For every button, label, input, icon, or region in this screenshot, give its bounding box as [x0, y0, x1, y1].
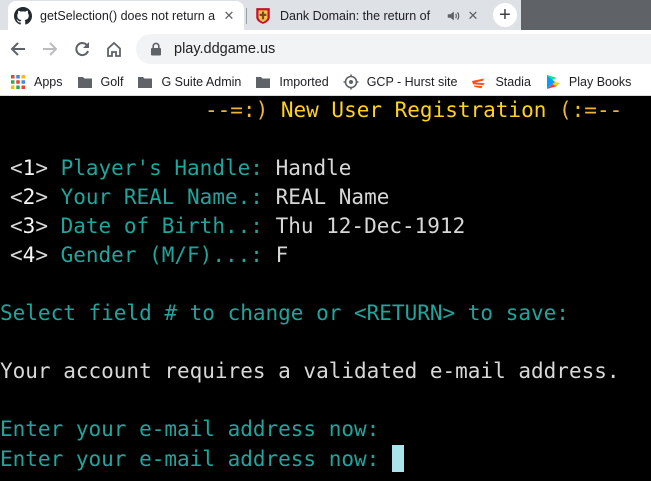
- reload-button[interactable]: [70, 37, 94, 61]
- tab-strip: getSelection() does not return a ✕ Dank …: [0, 0, 651, 30]
- email-input-line[interactable]: Enter your e-mail address now:: [0, 445, 404, 472]
- gcp-icon: [343, 74, 359, 89]
- field-row-date-of-birth[interactable]: <3> Date of Birth..: Thu 12-Dec-1912: [10, 213, 465, 239]
- bookmark-label: Golf: [100, 74, 124, 89]
- browser-toolbar: play.ddgame.us: [0, 30, 651, 68]
- new-tab-button[interactable]: +: [493, 3, 517, 27]
- back-button[interactable]: [6, 37, 30, 61]
- field-value: Thu 12-Dec-1912: [275, 214, 466, 238]
- tab-separator: [246, 8, 247, 24]
- email-prompt-2: Enter your e-mail address now:: [0, 447, 380, 471]
- bookmark-golf[interactable]: Golf: [70, 70, 131, 94]
- bookmark-stadia[interactable]: Stadia: [464, 70, 537, 94]
- forward-button[interactable]: [38, 37, 62, 61]
- bookmark-apps[interactable]: Apps: [0, 70, 70, 94]
- lock-icon[interactable]: [149, 42, 163, 56]
- field-number: 2: [22, 185, 36, 209]
- title-prefix: --=:): [205, 98, 281, 122]
- title-text: New User Registration: [280, 98, 547, 122]
- url-text: play.ddgame.us: [174, 41, 276, 57]
- game-terminal[interactable]: --=:) New User Registration (:=-- <1> Pl…: [0, 96, 651, 481]
- close-tab-icon[interactable]: ✕: [464, 7, 482, 25]
- home-icon: [107, 41, 121, 57]
- tab-strip-drag-area: [521, 0, 651, 30]
- field-value: Handle: [275, 156, 352, 180]
- field-label: Player's Handle:: [60, 156, 263, 180]
- folder-icon: [138, 76, 153, 88]
- tab-title: Dank Domain: the return of: [280, 8, 431, 23]
- bookmark-label: Stadia: [495, 74, 531, 89]
- field-label: Gender (M/F)...:: [60, 243, 263, 267]
- bookmarks-bar: Apps Golf G Suite Admin Imported GCP - H…: [0, 68, 651, 96]
- home-button[interactable]: [102, 37, 126, 61]
- bookmark-label: Imported: [279, 74, 329, 89]
- bookmark-label: Apps: [34, 74, 63, 89]
- tab-github[interactable]: getSelection() does not return a ✕: [8, 1, 244, 30]
- registration-title: --=:) New User Registration (:=--: [205, 97, 622, 123]
- github-icon: [14, 6, 32, 25]
- bookmark-label: G Suite Admin: [161, 74, 242, 89]
- dank-domain-icon: [256, 7, 270, 24]
- audio-playing-icon[interactable]: [446, 9, 460, 23]
- arrow-right-icon: [43, 42, 58, 56]
- bookmark-label: Play Books: [568, 74, 632, 89]
- play-books-icon: [546, 74, 560, 89]
- folder-icon: [256, 76, 271, 88]
- bookmark-play-books[interactable]: Play Books: [538, 70, 639, 94]
- field-row-handle[interactable]: <1> Player's Handle: Handle: [10, 155, 351, 181]
- folder-icon: [77, 76, 92, 88]
- tab-dank-domain[interactable]: Dank Domain: the return of ✕: [248, 1, 488, 30]
- tab-title: getSelection() does not return a: [40, 8, 216, 23]
- field-number: 3: [22, 214, 36, 238]
- apps-grid-icon: [11, 74, 25, 89]
- arrow-left-icon: [10, 42, 25, 56]
- field-number: 4: [22, 243, 36, 267]
- email-notice: Your account requires a validated e-mail…: [0, 359, 620, 383]
- field-label: Your REAL Name.:: [60, 185, 263, 209]
- reload-icon: [75, 42, 89, 57]
- bookmark-gcp-hurst-site[interactable]: GCP - Hurst site: [336, 70, 465, 94]
- field-value: REAL Name: [275, 185, 390, 209]
- field-value: F: [275, 243, 289, 267]
- email-prompt-1: Enter your e-mail address now:: [0, 417, 380, 441]
- stadia-icon: [472, 78, 485, 88]
- bookmark-g-suite-admin[interactable]: G Suite Admin: [130, 70, 248, 94]
- bookmark-imported[interactable]: Imported: [248, 70, 335, 94]
- text-cursor[interactable]: [391, 445, 404, 472]
- field-row-gender[interactable]: <4> Gender (M/F)...: F: [10, 242, 288, 268]
- bookmark-label: GCP - Hurst site: [366, 74, 458, 89]
- close-tab-icon[interactable]: ✕: [220, 7, 238, 25]
- field-label: Date of Birth..:: [60, 214, 263, 238]
- address-bar[interactable]: play.ddgame.us: [136, 34, 651, 64]
- title-suffix: (:=--: [546, 98, 623, 122]
- field-row-real-name[interactable]: <2> Your REAL Name.: REAL Name: [10, 184, 389, 210]
- field-number: 1: [22, 156, 36, 180]
- select-field-prompt: Select field # to change or <RETURN> to …: [0, 301, 569, 325]
